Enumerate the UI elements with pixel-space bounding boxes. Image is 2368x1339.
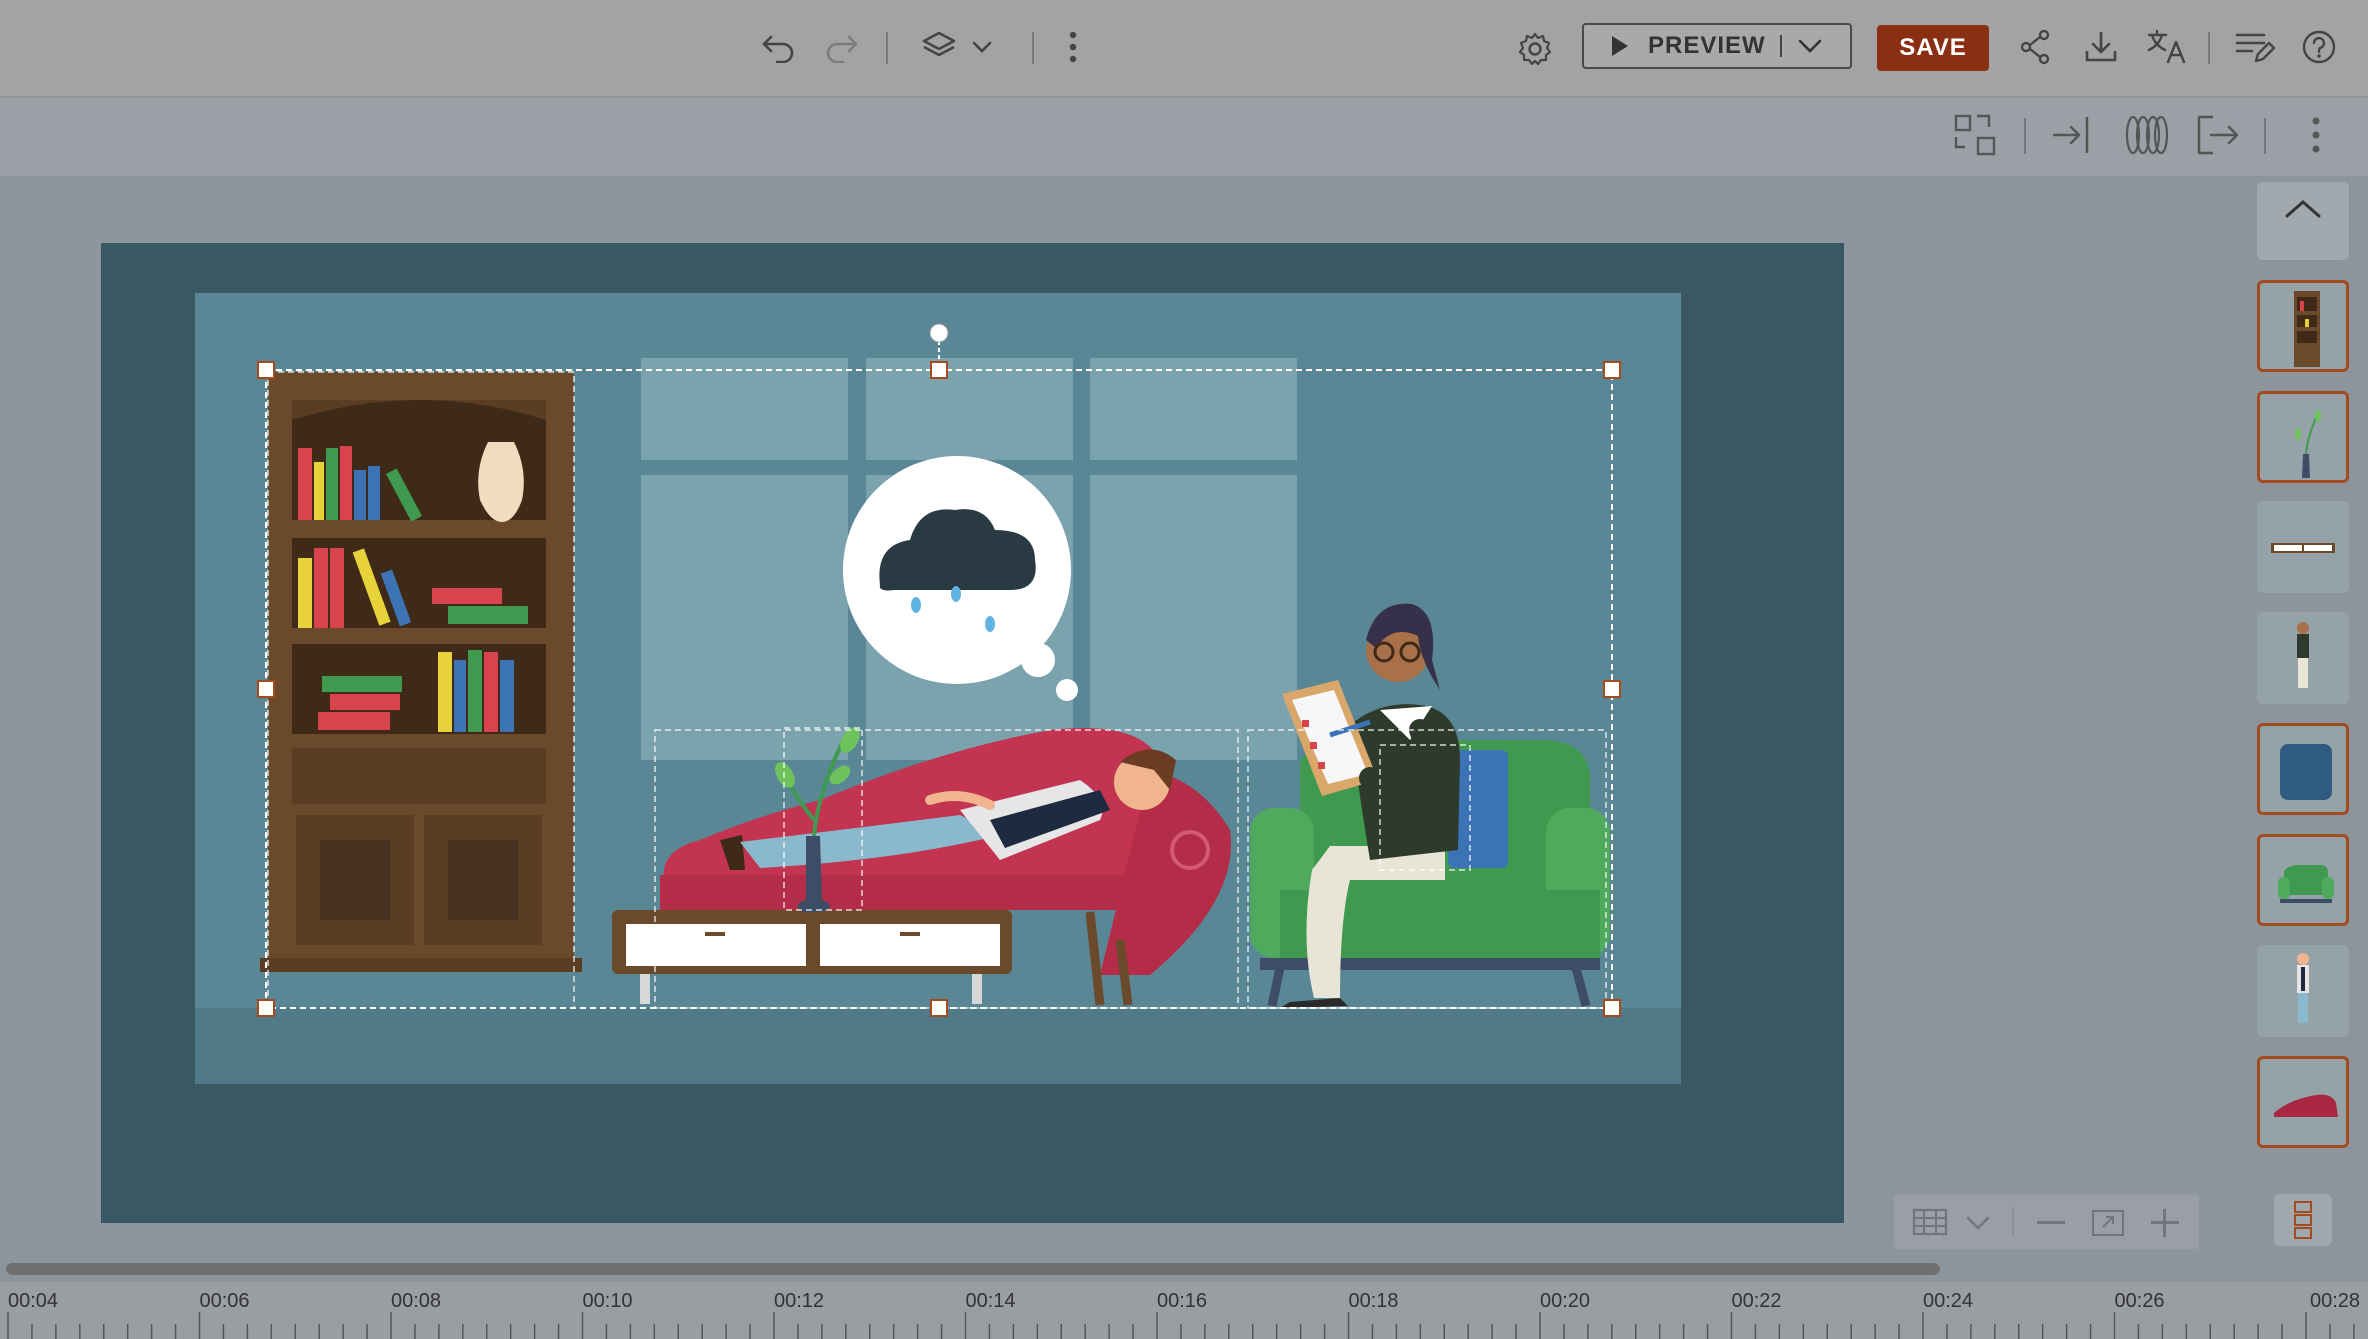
layer-thumb-patient[interactable] (2257, 945, 2349, 1037)
panel-scroll-up[interactable] (2257, 182, 2349, 260)
panel-toggle-button[interactable] (2274, 1194, 2332, 1246)
timeline-tick-label: 00:24 (1923, 1290, 1974, 1312)
layer-thumb-cushion[interactable] (2257, 723, 2349, 815)
timeline-tick-label: 00:26 (2114, 1290, 2165, 1312)
timeline-tick-label: 00:16 (1157, 1290, 1208, 1312)
timeline-tick-label: 00:28 (2310, 1290, 2361, 1312)
layer-thumb-table[interactable] (2257, 501, 2349, 593)
layer-thumb-therapist[interactable] (2257, 612, 2349, 704)
fit-screen-icon[interactable] (2086, 1204, 2130, 1242)
timeline-tick-label: 00:22 (1731, 1290, 1782, 1312)
timeline-tick-label: 00:10 (582, 1290, 633, 1312)
layer-thumb-armchair[interactable] (2257, 834, 2349, 926)
layer-thumb-plant[interactable] (2257, 391, 2349, 483)
panel-handle-icon (2294, 1201, 2312, 1239)
subbar-divider (2264, 118, 2266, 154)
layer-thumb-chaise[interactable] (2257, 1056, 2349, 1148)
chevron-up-icon (2285, 200, 2321, 218)
timeline-tick-label: 00:04 (8, 1290, 59, 1312)
timeline-tick-label: 00:12 (774, 1290, 825, 1312)
zoom-divider (2012, 1207, 2014, 1237)
zoom-in-icon[interactable] (2144, 1206, 2186, 1240)
layer-thumb-bookshelf[interactable] (2257, 280, 2349, 372)
zoom-out-icon[interactable] (2030, 1206, 2072, 1240)
timeline-tick-label: 00:14 (965, 1290, 1016, 1312)
room-floor (195, 1008, 1681, 1084)
timeline-tick-label: 00:08 (391, 1290, 442, 1312)
bookshelf (260, 372, 582, 972)
chevron-down-icon[interactable] (1958, 1206, 1998, 1240)
grid-icon[interactable] (1908, 1204, 1952, 1240)
timeline-tick-label: 00:06 (199, 1290, 250, 1312)
timeline-tick-label: 00:18 (1348, 1290, 1399, 1312)
more-vertical-icon[interactable] (2300, 112, 2332, 158)
scene-illustration[interactable] (0, 0, 2240, 1258)
rotate-handle (929, 323, 949, 343)
help-icon[interactable] (2298, 26, 2340, 68)
timeline-tick-label: 00:20 (1540, 1290, 1591, 1312)
horizontal-scrollbar[interactable] (6, 1263, 1940, 1275)
